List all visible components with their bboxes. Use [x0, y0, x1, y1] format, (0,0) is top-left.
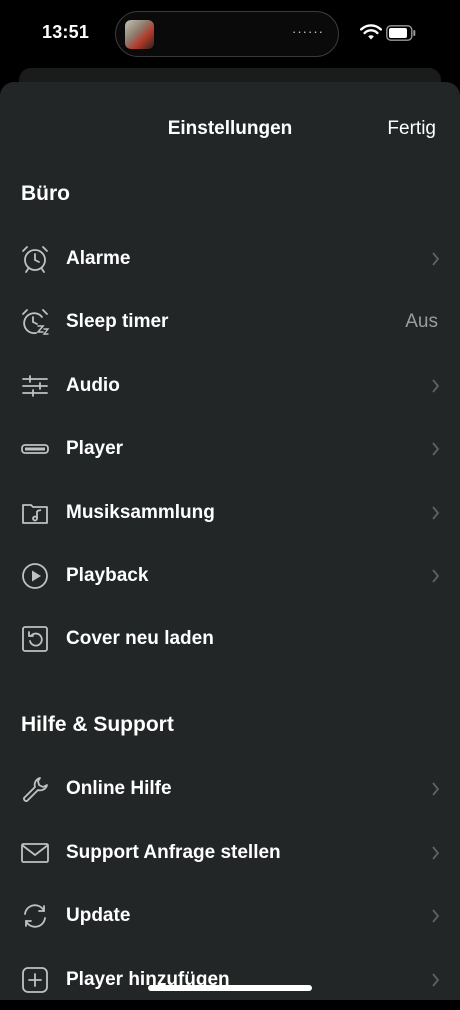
settings-row-support-anfrage[interactable]: Support Anfrage stellen	[0, 823, 460, 883]
done-button[interactable]: Fertig	[387, 118, 436, 140]
settings-row-player[interactable]: Player	[0, 419, 460, 479]
chevron-right-icon	[432, 782, 440, 796]
settings-row-player-hinzufuegen[interactable]: Player hinzufügen	[0, 950, 460, 1010]
sleep-timer-icon	[22, 309, 50, 335]
row-label: Player	[66, 438, 124, 459]
sleep-timer-value: Aus	[405, 311, 438, 332]
island-waveform: ······	[292, 24, 324, 39]
envelope-icon	[21, 843, 49, 863]
plus-square-icon	[22, 967, 48, 993]
row-label: Support Anfrage stellen	[66, 842, 281, 863]
home-indicator[interactable]	[148, 985, 312, 991]
settings-row-cover-neu-laden[interactable]: Cover neu laden	[0, 609, 460, 669]
settings-row-playback[interactable]: Playback	[0, 546, 460, 606]
chevron-right-icon	[432, 909, 440, 923]
settings-row-audio[interactable]: Audio	[0, 356, 460, 416]
music-folder-icon	[22, 504, 48, 524]
row-label: Sleep timer	[66, 311, 169, 332]
section-header-hilfe-support: Hilfe & Support	[21, 713, 174, 736]
settings-row-sleep-timer[interactable]: Sleep timer Aus	[0, 292, 460, 352]
chevron-right-icon	[432, 379, 440, 393]
sliders-icon	[22, 375, 48, 397]
row-label: Musiksammlung	[66, 502, 215, 523]
chevron-right-icon	[432, 973, 440, 987]
wrench-icon	[23, 777, 48, 802]
wifi-icon	[360, 24, 382, 40]
row-label: Online Hilfe	[66, 778, 172, 799]
chevron-right-icon	[432, 569, 440, 583]
row-label: Update	[66, 905, 131, 926]
settings-sheet: Einstellungen Fertig Büro Alarme Sleep t…	[0, 82, 460, 1000]
alarm-clock-icon	[22, 246, 48, 273]
row-label: Cover neu laden	[66, 628, 214, 649]
chevron-right-icon	[432, 442, 440, 456]
player-device-icon	[21, 444, 49, 454]
section-header-buero: Büro	[21, 182, 70, 205]
status-time: 13:51	[42, 22, 90, 42]
sync-arrows-icon	[24, 904, 46, 928]
battery-icon	[386, 25, 416, 41]
settings-row-alarme[interactable]: Alarme	[0, 229, 460, 289]
settings-row-musiksammlung[interactable]: Musiksammlung	[0, 483, 460, 543]
status-bar: 13:51 ······	[0, 0, 460, 70]
now-playing-artwork	[125, 20, 154, 49]
chevron-right-icon	[432, 252, 440, 266]
row-label: Alarme	[66, 248, 131, 269]
chevron-right-icon	[432, 846, 440, 860]
settings-row-update[interactable]: Update	[0, 886, 460, 946]
reload-square-icon	[22, 626, 48, 652]
chevron-right-icon	[432, 506, 440, 520]
settings-row-online-hilfe[interactable]: Online Hilfe	[0, 759, 460, 819]
play-circle-icon	[22, 563, 48, 589]
row-label: Playback	[66, 565, 149, 586]
row-label: Audio	[66, 375, 120, 396]
dynamic-island[interactable]: ······	[115, 11, 339, 57]
